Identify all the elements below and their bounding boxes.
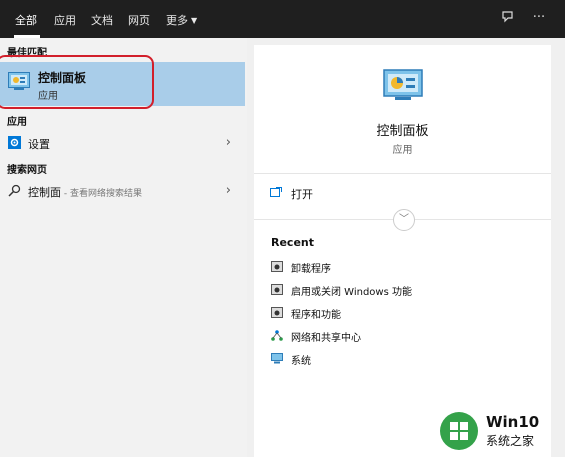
tab-apps[interactable]: 应用 [54,12,76,28]
network-icon [271,330,283,341]
recent-item[interactable]: 网络和共享中心 [271,328,541,348]
tab-all[interactable]: 全部 [15,12,37,28]
open-label: 打开 [291,188,313,201]
chevron-down-icon: ▼ [191,16,198,25]
recent-item-label: 程序和功能 [291,310,341,321]
settings-label: 设置 [28,138,50,151]
recent-item[interactable]: 系统 [271,351,541,371]
program-icon [271,261,283,272]
win10-logo [440,412,478,450]
watermark-subtitle: 系统之家 [486,434,535,448]
tab-more[interactable]: 更多 ▼ [166,12,197,28]
web-search-hint: - 查看网络搜索结果 [61,189,142,199]
apps-header: 应用 [7,117,27,128]
settings-item[interactable]: 设置 › [0,132,245,154]
web-search-header: 搜索网页 [7,165,47,176]
expand-chevron-icon[interactable]: ﹀ [393,209,415,231]
recent-item-label: 网络和共享中心 [291,333,361,344]
results-list: 最佳匹配 控制面板 应用 应用 设置 › 搜索网页 控制面 - 查看网络搜索结果… [0,38,247,457]
gear-icon [8,136,21,149]
control-panel-icon [383,69,423,100]
preview-panel: 控制面板 应用 打开 ﹀ Recent 卸载程序 启用或关闭 Windows 功… [254,45,551,457]
web-search-query: 控制面 [28,186,61,199]
watermark-title: Win10 [486,413,540,431]
search-scope-bar: 全部 应用 文档 网页 更多 ▼ ··· [0,0,565,38]
recent-item-label: 启用或关闭 Windows 功能 [291,287,412,298]
recent-item[interactable]: 程序和功能 [271,305,541,325]
highlight-annotation [0,55,154,109]
preview-type: 应用 [392,145,413,156]
recent-item[interactable]: 启用或关闭 Windows 功能 [271,282,541,302]
recent-header: Recent [271,236,315,249]
search-icon [8,184,21,197]
program-icon [271,307,283,318]
recent-item-label: 系统 [291,356,311,367]
program-icon [271,284,283,295]
web-search-label: 控制面 - 查看网络搜索结果 [28,184,142,200]
recent-item[interactable]: 卸载程序 [271,259,541,279]
system-icon [271,353,283,364]
watermark: Win10 系统之家 [440,410,560,450]
tab-documents[interactable]: 文档 [91,12,113,28]
tab-more-label: 更多 [166,14,188,27]
preview-title: 控制面板 [376,124,429,139]
recent-item-label: 卸载程序 [291,264,331,275]
chevron-right-icon[interactable]: › [226,183,231,198]
chevron-right-icon[interactable]: › [226,135,231,150]
web-search-item[interactable]: 控制面 - 查看网络搜索结果 › [0,180,245,202]
feedback-icon[interactable] [500,10,516,26]
open-icon [270,187,282,197]
divider [254,173,551,174]
tab-web[interactable]: 网页 [128,12,150,28]
more-options-icon[interactable]: ··· [531,10,547,26]
